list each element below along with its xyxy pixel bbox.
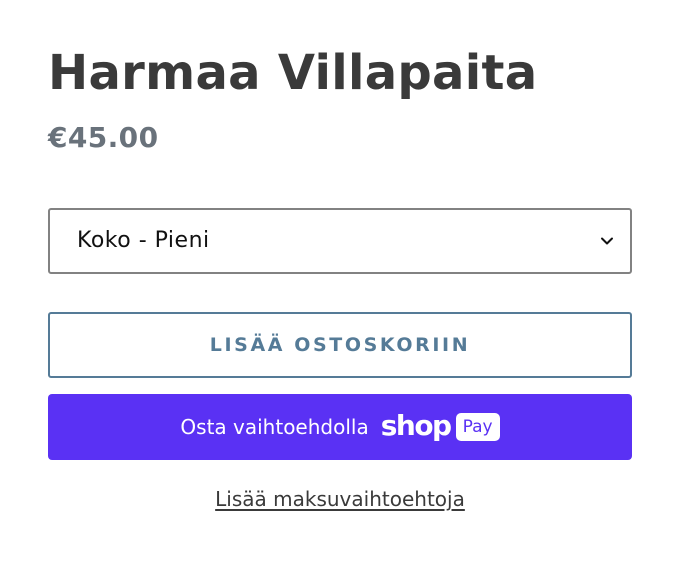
chevron-down-icon — [601, 237, 613, 245]
size-select-value: Koko - Pieni — [77, 228, 210, 253]
shop-pay-badge: Pay — [455, 413, 500, 441]
product-title: Harmaa Villapaita — [48, 45, 538, 101]
add-to-cart-button[interactable]: LISÄÄ OSTOSKORIIN — [48, 312, 632, 378]
shop-pay-logo-word: shop — [380, 409, 452, 442]
size-select[interactable]: Koko - Pieni — [48, 208, 632, 274]
shop-pay-label: Osta vaihtoehdolla — [180, 415, 369, 439]
product-price: €45.00 — [48, 121, 159, 154]
add-to-cart-label: LISÄÄ OSTOSKORIIN — [209, 334, 471, 356]
more-payment-options-link[interactable]: Lisää maksuvaihtoehtoja — [48, 484, 632, 514]
shop-pay-button[interactable]: Osta vaihtoehdolla shop Pay — [48, 394, 632, 460]
